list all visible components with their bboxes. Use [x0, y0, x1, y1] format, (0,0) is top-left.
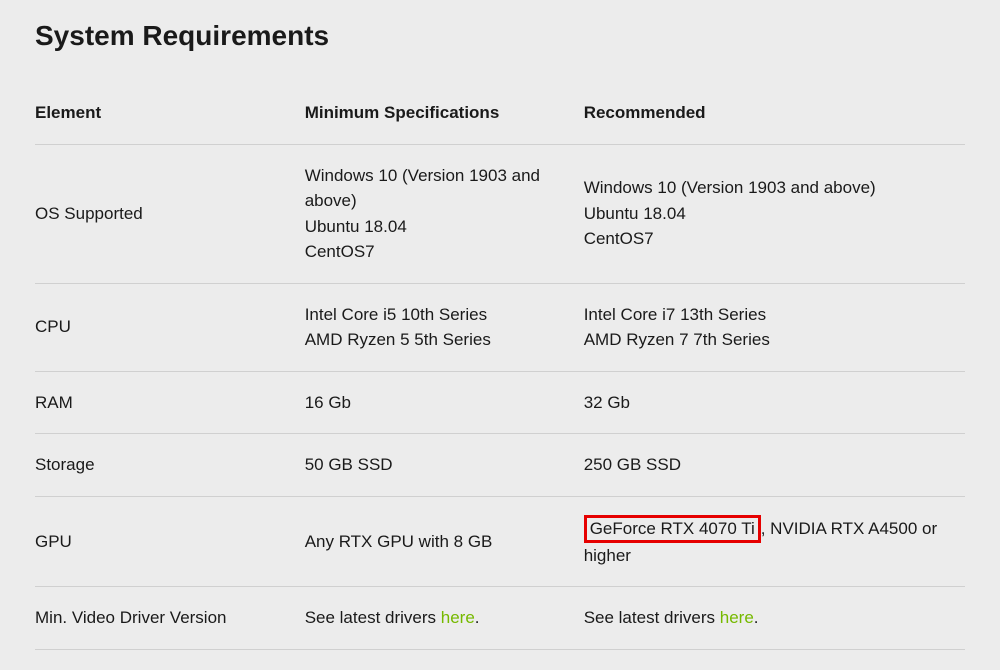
table-row: Min. Video Driver Version See latest dri… [35, 587, 965, 650]
table-row: GPU Any RTX GPU with 8 GB GeForce RTX 40… [35, 496, 965, 587]
driver-link-rec[interactable]: here [720, 608, 754, 627]
table-header-row: Element Minimum Specifications Recommend… [35, 82, 965, 144]
table-row: RAM 16 Gb 32 Gb [35, 371, 965, 434]
driver-link-min[interactable]: here [441, 608, 475, 627]
gpu-min: Any RTX GPU with 8 GB [305, 496, 584, 587]
table-row: OS Supported Windows 10 (Version 1903 an… [35, 144, 965, 283]
header-recommended: Recommended [584, 82, 965, 144]
storage-rec: 250 GB SSD [584, 434, 965, 497]
row-label-storage: Storage [35, 434, 305, 497]
system-requirements-table: Element Minimum Specifications Recommend… [35, 82, 965, 650]
driver-min: See latest drivers here. [305, 587, 584, 650]
ram-rec: 32 Gb [584, 371, 965, 434]
cpu-rec: Intel Core i7 13th Series AMD Ryzen 7 7t… [584, 283, 965, 371]
table-row: Storage 50 GB SSD 250 GB SSD [35, 434, 965, 497]
gpu-rec: GeForce RTX 4070 Ti, NVIDIA RTX A4500 or… [584, 496, 965, 587]
row-label-ram: RAM [35, 371, 305, 434]
table-row: CPU Intel Core i5 10th Series AMD Ryzen … [35, 283, 965, 371]
gpu-rec-highlight: GeForce RTX 4070 Ti [584, 515, 761, 543]
cpu-min: Intel Core i5 10th Series AMD Ryzen 5 5t… [305, 283, 584, 371]
header-element: Element [35, 82, 305, 144]
ram-min: 16 Gb [305, 371, 584, 434]
row-label-os: OS Supported [35, 144, 305, 283]
header-minimum: Minimum Specifications [305, 82, 584, 144]
os-min: Windows 10 (Version 1903 and above) Ubun… [305, 144, 584, 283]
os-rec: Windows 10 (Version 1903 and above) Ubun… [584, 144, 965, 283]
row-label-cpu: CPU [35, 283, 305, 371]
page-title: System Requirements [35, 20, 965, 52]
row-label-driver: Min. Video Driver Version [35, 587, 305, 650]
row-label-gpu: GPU [35, 496, 305, 587]
storage-min: 50 GB SSD [305, 434, 584, 497]
driver-rec: See latest drivers here. [584, 587, 965, 650]
